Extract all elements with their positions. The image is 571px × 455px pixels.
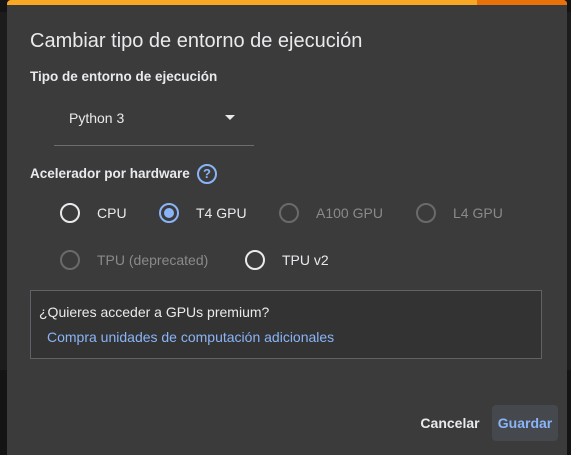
radio-circle-tpu-v2 <box>245 250 265 270</box>
buy-compute-units-link[interactable]: Compra unidades de computación adicional… <box>47 329 334 345</box>
promo-title: ¿Quieres acceder a GPUs premium? <box>39 304 270 320</box>
save-button[interactable]: Guardar <box>492 405 558 441</box>
backdrop-right-strip <box>567 370 571 455</box>
radio-label-l4-gpu: L4 GPU <box>453 205 503 221</box>
radio-selected-dot <box>164 208 174 218</box>
cancel-button[interactable]: Cancelar <box>412 405 488 441</box>
radio-label-cpu: CPU <box>97 205 127 221</box>
radio-tpu-v2[interactable]: TPU v2 <box>245 250 329 270</box>
radio-circle-l4-gpu <box>416 203 436 223</box>
radio-label-t4-gpu: T4 GPU <box>196 205 247 221</box>
radio-l4-gpu[interactable]: L4 GPU <box>416 203 503 223</box>
hardware-accelerator-label: Acelerador por hardware <box>30 166 190 181</box>
runtime-dialog: Cambiar tipo de entorno de ejecución Tip… <box>7 0 567 455</box>
help-icon[interactable]: ? <box>197 164 217 184</box>
radio-label-tpu-deprecated: TPU (deprecated) <box>97 252 209 268</box>
premium-gpu-promo: ¿Quieres acceder a GPUs premium? Compra … <box>30 290 542 359</box>
dialog-title: Cambiar tipo de entorno de ejecución <box>30 30 363 52</box>
radio-t4-gpu[interactable]: T4 GPU <box>159 203 247 223</box>
backdrop-left-strip <box>0 370 7 455</box>
runtime-type-select[interactable]: Python 3 <box>54 100 254 146</box>
radio-a100-gpu[interactable]: A100 GPU <box>279 203 383 223</box>
radio-circle-cpu <box>60 203 80 223</box>
caret-down-icon <box>225 115 235 120</box>
runtime-type-value: Python 3 <box>69 110 125 126</box>
radio-cpu[interactable]: CPU <box>60 203 127 223</box>
loading-progress-bar <box>7 0 567 5</box>
runtime-type-label: Tipo de entorno de ejecución <box>30 69 218 84</box>
radio-label-a100-gpu: A100 GPU <box>316 205 383 221</box>
radio-circle-t4-gpu <box>159 203 179 223</box>
radio-tpu-deprecated[interactable]: TPU (deprecated) <box>60 250 208 270</box>
radio-circle-a100-gpu <box>279 203 299 223</box>
radio-label-tpu-v2: TPU v2 <box>282 252 329 268</box>
radio-circle-tpu-deprecated <box>60 250 80 270</box>
loading-progress-tail <box>477 0 567 5</box>
